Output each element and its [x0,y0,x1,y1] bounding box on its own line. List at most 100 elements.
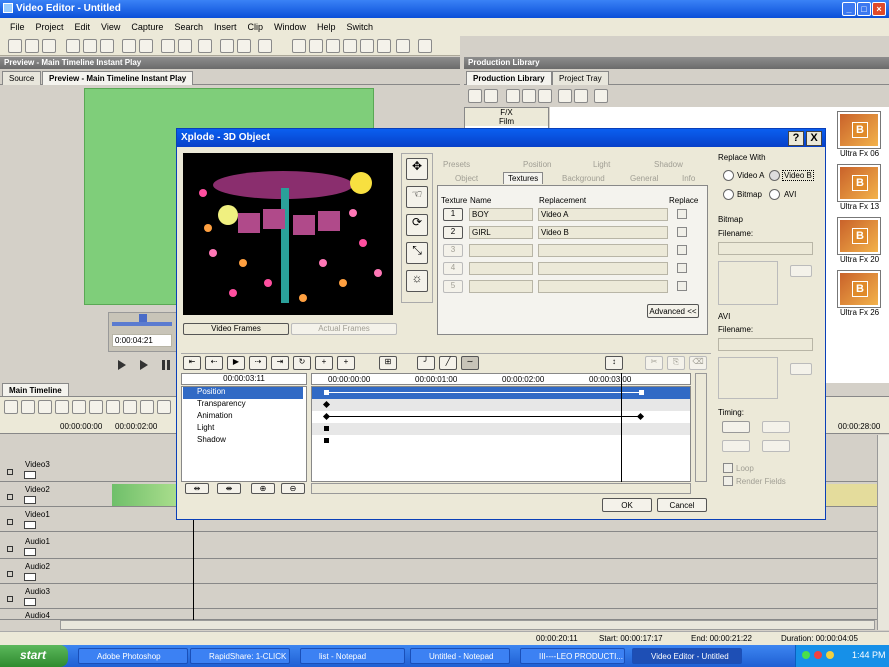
lock-icon[interactable] [7,546,13,552]
kf-ease-in-icon[interactable]: ╯ [417,356,435,370]
render-fields-checkbox[interactable] [723,476,733,486]
kf-position-key-start[interactable] [324,390,329,395]
lib-add-icon[interactable] [506,89,520,103]
lib-star-icon[interactable] [558,89,572,103]
tl-tool9-icon[interactable] [140,400,154,414]
radio-avi[interactable] [769,189,780,200]
kf-row-animation[interactable]: Animation [183,411,303,423]
kf-add-icon[interactable]: + [315,356,333,370]
kf-lane-transparency[interactable] [312,399,690,411]
menu-view[interactable]: View [101,22,120,32]
menu-clip[interactable]: Clip [247,22,263,32]
tab-presets[interactable]: Presets [443,160,470,169]
tl-tool2-icon[interactable] [21,400,35,414]
kf-hscroll[interactable] [311,483,691,494]
kf-smooth-icon[interactable]: ∼ [461,356,479,370]
texture-replacement-3[interactable] [538,244,668,257]
dialog-close-button[interactable]: X [806,131,822,146]
kf-paste-icon[interactable]: ⎘ [667,356,685,370]
lock-icon[interactable] [7,596,13,602]
security-icon[interactable] [814,651,822,659]
maximize-button[interactable]: □ [857,2,871,16]
kf-vscroll[interactable] [695,373,707,482]
task-untitled-notepad[interactable]: Untitled - Notepad [410,648,510,664]
avi-browse-button[interactable] [790,363,812,375]
advanced-button[interactable]: Advanced << [647,304,699,318]
tree-item-film[interactable]: Film [465,117,548,126]
radio-video-a[interactable] [723,170,734,181]
lib-list-icon[interactable] [484,89,498,103]
kf-cursor-icon[interactable]: ↕ [605,356,623,370]
library-thumb-1[interactable]: B [837,111,881,149]
kf-playhead[interactable] [621,373,622,482]
start-button[interactable]: start [0,645,68,667]
scrub-bar[interactable] [112,322,172,326]
kf-row-transparency[interactable]: Transparency [183,399,303,411]
zoom-in-icon[interactable]: ⊕ [251,483,275,494]
task-list-notepad[interactable]: list - Notepad [300,648,405,664]
cut-icon[interactable] [66,39,80,53]
menu-search[interactable]: Search [174,22,203,32]
hand-icon[interactable]: ☜ [406,186,428,208]
kf-cut-icon[interactable]: ✂ [645,356,663,370]
tab-project-tray[interactable]: Project Tray [552,71,609,85]
kf-delete-icon[interactable]: ⌫ [689,356,707,370]
help-icon[interactable] [258,39,272,53]
tab-general[interactable]: General [630,174,658,183]
track-audio4[interactable]: Audio4 [0,610,889,620]
lock-icon[interactable] [7,519,13,525]
tab-textures[interactable]: Textures [503,172,544,184]
lock-icon[interactable] [7,469,13,475]
cancel-button[interactable]: Cancel [657,498,707,512]
bitmap-browse-button[interactable] [790,265,812,277]
task-rapidshare[interactable]: RapidShare: 1-CLICK ... [190,648,290,664]
timeline-hscroll[interactable] [60,620,875,630]
window-icon[interactable] [198,39,212,53]
texture-name-4[interactable] [469,262,533,275]
lib-music-icon[interactable] [522,89,536,103]
tab-preview[interactable]: Preview - Main Timeline Instant Play [42,71,194,85]
volume-icon[interactable] [826,651,834,659]
effects-icon[interactable] [326,39,340,53]
texture-replacement-4[interactable] [538,262,668,275]
menu-insert[interactable]: Insert [214,22,237,32]
step-icon[interactable] [140,360,148,370]
kf-addkey-icon[interactable]: + [337,356,355,370]
library-thumb-4[interactable]: B [837,270,881,308]
kf-loop-icon[interactable]: ↻ [293,356,311,370]
tl-tool3-icon[interactable] [38,400,52,414]
open-icon[interactable] [25,39,39,53]
kf-last-icon[interactable]: ⇥ [271,356,289,370]
lib-film-icon[interactable] [594,89,608,103]
lib-view-icon[interactable] [468,89,482,103]
menu-help[interactable]: Help [317,22,336,32]
network-icon[interactable] [802,651,810,659]
lib-folder-icon[interactable] [574,89,588,103]
scrub-handle[interactable] [139,314,147,322]
playhead-line[interactable] [193,520,194,620]
kf-row-position[interactable]: Position [183,387,303,399]
tab-shadow[interactable]: Shadow [654,160,683,169]
replace-checkbox-1[interactable] [677,209,687,219]
kf-position-key-end[interactable] [639,390,644,395]
play-icon[interactable] [118,360,126,370]
tl-tool7-icon[interactable] [106,400,120,414]
kf-fit-icon[interactable]: ⇹ [185,483,209,494]
task-photoshop[interactable]: Adobe Photoshop [78,648,188,664]
texture-button-3[interactable]: 3 [443,244,463,257]
rotate-icon[interactable]: ⟳ [406,214,428,236]
kf-row-light[interactable]: Light [183,423,303,435]
tl-tool6-icon[interactable] [89,400,103,414]
minimize-button[interactable]: _ [842,2,856,16]
tab-position[interactable]: Position [523,160,551,169]
tab-video-frames[interactable]: Video Frames [183,323,289,335]
timing-button-4[interactable] [762,440,790,452]
texture-name-5[interactable] [469,280,533,293]
kf-lane-position[interactable] [312,387,690,399]
bitmap-filename-field[interactable] [718,242,813,255]
menu-window[interactable]: Window [274,22,306,32]
replace-checkbox-5[interactable] [677,281,687,291]
tab-background[interactable]: Background [562,174,605,183]
zoom-icon[interactable] [178,39,192,53]
kf-row-shadow[interactable]: Shadow [183,435,303,447]
